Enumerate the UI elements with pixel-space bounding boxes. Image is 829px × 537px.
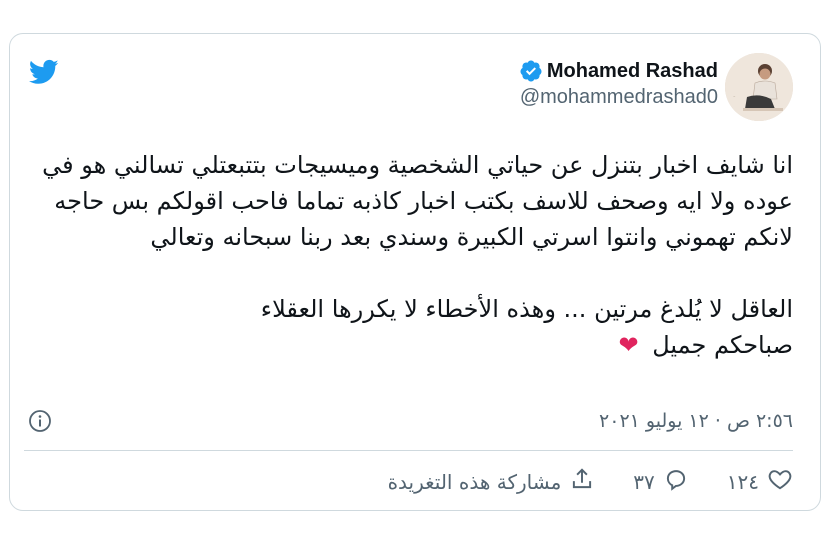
tweet-card: ~ Mohamed Rashad @mohammedrashad0 انا شا… bbox=[9, 33, 821, 511]
share-label: مشاركة هذه التغريدة bbox=[387, 469, 562, 494]
divider bbox=[24, 450, 793, 451]
verified-badge-icon bbox=[519, 59, 543, 83]
twitter-logo-icon[interactable] bbox=[26, 57, 62, 87]
tweet-timestamp[interactable]: ٢:٥٦ ص · ١٢ يوليو ٢٠٢١ bbox=[599, 410, 793, 432]
tweet-paragraph-2-line-2: صباحكم جميل ❤ bbox=[23, 327, 793, 363]
info-icon[interactable] bbox=[28, 409, 52, 433]
tweet-text: انا شايف اخبار بتنزل عن حياتي الشخصية وم… bbox=[23, 147, 793, 363]
like-count: ١٢٤ bbox=[726, 469, 759, 494]
reply-count: ٣٧ bbox=[633, 469, 655, 494]
share-button[interactable]: مشاركة هذه التغريدة bbox=[388, 466, 596, 497]
share-icon bbox=[569, 466, 595, 497]
reply-button[interactable]: ٣٧ bbox=[633, 466, 688, 497]
heart-emoji-icon: ❤ bbox=[618, 331, 639, 359]
user-handle[interactable]: @mohammedrashad0 bbox=[519, 86, 718, 109]
like-button[interactable]: ١٢٤ bbox=[727, 466, 793, 497]
tweet-paragraph-1: انا شايف اخبار بتنزل عن حياتي الشخصية وم… bbox=[42, 151, 793, 251]
tweet-paragraph-2-line-1: العاقل لا يُلدغ مرتين ... وهذه الأخطاء ل… bbox=[260, 295, 793, 323]
user-info[interactable]: Mohamed Rashad @mohammedrashad0 bbox=[519, 59, 718, 109]
display-name[interactable]: Mohamed Rashad bbox=[547, 60, 718, 83]
heart-icon bbox=[767, 466, 793, 497]
reply-icon bbox=[663, 466, 689, 497]
tweet-actions: ١٢٤ ٣٧ مشاركة هذه التغريدة bbox=[388, 466, 793, 497]
avatar[interactable]: ~ bbox=[725, 53, 793, 121]
